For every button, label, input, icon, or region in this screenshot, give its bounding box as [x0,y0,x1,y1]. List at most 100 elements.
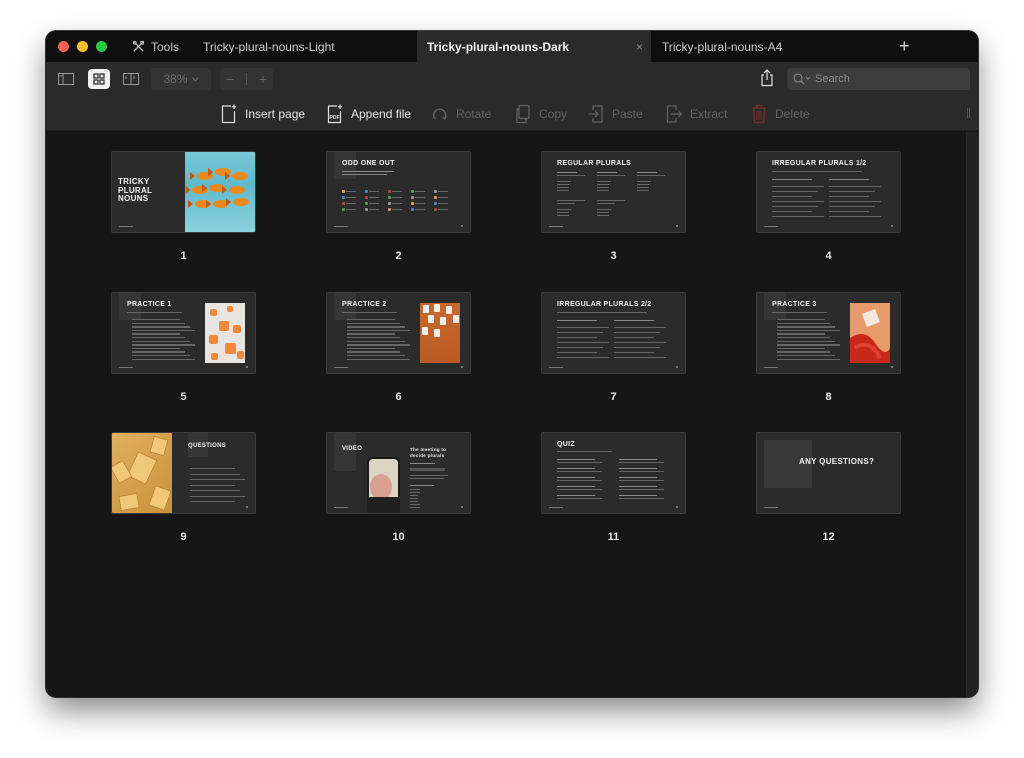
slide-title: IRREGULAR PLURALS 2/2 [557,301,652,308]
text-line [557,320,597,322]
zoom-out-button[interactable]: − [226,71,234,87]
text-line [557,181,571,183]
emoji-marker [388,190,391,193]
chevron-down-icon [191,76,199,82]
tab-light[interactable]: Tricky-plural-nouns-Light [203,31,428,62]
extract-button[interactable]: Extract [666,103,727,124]
text-line [347,337,400,339]
page-number: 11 [607,531,620,543]
page-thumbnail[interactable]: QUESTIONS 9 [111,432,256,543]
rotate-button[interactable]: Rotate [432,103,491,124]
append-file-button[interactable]: PDF Append file [327,103,411,124]
share-button[interactable] [760,69,776,89]
search-input[interactable] [815,73,955,85]
page-number: 10 [392,531,405,543]
text-line [132,326,190,328]
close-window-button[interactable] [58,41,69,52]
vertical-scrollbar[interactable] [966,132,978,697]
text-line [777,319,825,321]
page-thumbnail[interactable]: IRREGULAR PLURALS 1/2 4 [756,151,901,262]
text-line [637,172,657,174]
page-thumbnail[interactable]: ANY QUESTIONS? 12 [756,432,901,543]
sidebar-view-button[interactable] [55,69,77,89]
slide-title: QUESTIONS [188,443,227,449]
text-line [557,172,577,174]
text-line [597,190,609,192]
text-line [369,203,379,205]
new-tab-button[interactable]: + [899,31,910,62]
text-line [777,326,835,328]
paste-button[interactable]: Paste [588,103,643,124]
extract-label: Extract [690,106,728,121]
text-line [347,358,410,360]
page-thumbnail[interactable]: PRACTICE 1 5 [111,292,256,403]
text-line [557,357,609,359]
page-preview: QUIZ [541,432,686,514]
page-number: 9 [180,531,187,543]
page-actions-toolbar: Insert page PDF Append file Rotate Copy … [46,96,978,131]
paste-label: Paste [612,106,643,121]
slide-title: ANY QUESTIONS? [799,457,875,466]
page-number: 2 [395,250,402,262]
text-line [347,351,400,353]
text-line [597,175,625,177]
page-thumbnail[interactable]: VIDEO The meeting to decide plurals 10 [326,432,471,543]
page-thumbnail[interactable]: PRACTICE 2 6 [326,292,471,403]
search-field[interactable] [787,68,970,90]
tab-dark[interactable]: Tricky-plural-nouns-Dark × [417,31,651,62]
text-line [777,355,835,357]
grid-view-button[interactable] [88,69,110,89]
zoom-window-button[interactable] [96,41,107,52]
text-line [772,191,818,193]
text-line [772,196,812,198]
page-thumbnail[interactable]: PRACTICE 3 8 [756,292,901,403]
text-line [772,206,818,208]
text-line [557,486,595,488]
tools-button[interactable]: Tools [132,40,179,54]
emoji-marker [365,208,368,211]
close-tab-icon[interactable]: × [636,40,643,54]
insert-page-button[interactable]: Insert page [221,103,305,124]
zoom-level-select[interactable]: 38% [151,68,211,90]
window-controls [58,41,118,52]
text-line [347,326,405,328]
page-thumbnail[interactable]: TRICKY PLURAL NOUNS 1 [111,151,256,262]
page-number: 1 [180,250,187,262]
text-line [415,203,425,205]
text-line [190,484,235,486]
text-line [557,352,597,354]
text-line [190,479,245,481]
emoji-marker [342,196,345,199]
page-thumbnail[interactable]: ODD ONE OUT 2 [326,151,471,262]
text-line [132,319,180,321]
text-line [132,340,190,342]
tab-bar: Tools Tricky-plural-nouns-Light Tricky-p… [46,31,978,62]
text-line [415,191,425,193]
emoji-marker [365,190,368,193]
text-line [619,480,664,482]
text-line [438,197,448,199]
text-line [190,495,245,497]
text-line [614,320,654,322]
text-line [637,187,649,189]
slide-decoration [334,433,356,471]
delete-button[interactable]: Delete [751,103,810,124]
text-line [597,203,615,205]
text-line [619,486,657,488]
tab-a4[interactable]: Tricky-plural-nouns-A4 [662,31,892,62]
app-window: Tools Tricky-plural-nouns-Light Tricky-p… [46,31,978,697]
two-page-view-button[interactable] [120,69,142,89]
text-line [132,333,180,335]
zoom-in-button[interactable]: + [259,71,267,87]
minimize-window-button[interactable] [77,41,88,52]
page-thumbnail[interactable]: IRREGULAR PLURALS 2/2 7 [541,292,686,403]
toolbar-grip-handle[interactable] [967,108,970,118]
text-line [597,181,611,183]
page-thumbnail[interactable]: QUIZ 11 [541,432,686,543]
text-line [619,459,657,461]
emoji-marker [388,202,391,205]
phone-video-image [367,457,400,513]
page-thumbnail[interactable]: REGULAR PLURALS 3 [541,151,686,262]
text-line [614,332,660,334]
copy-button[interactable]: Copy [515,103,567,124]
